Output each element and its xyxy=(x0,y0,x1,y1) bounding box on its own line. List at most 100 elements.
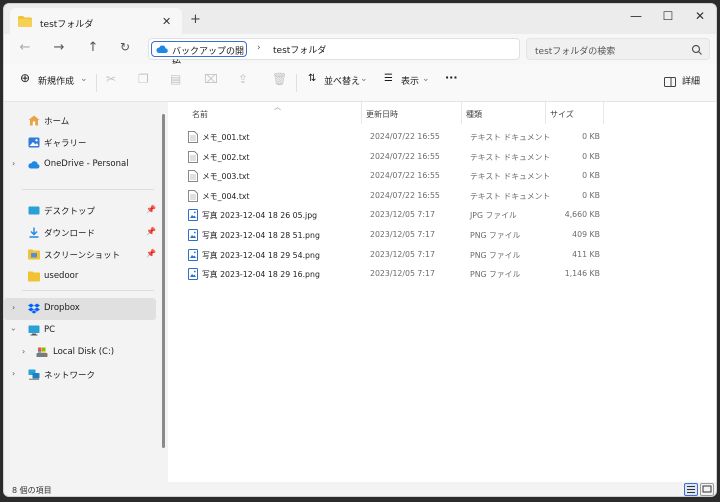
more-options-button[interactable]: ··· xyxy=(445,71,458,84)
status-bar: 8 個の項目 xyxy=(4,482,716,496)
sidebar-scrollbar[interactable] xyxy=(162,114,165,448)
chevron-down-icon: ⌄ xyxy=(80,74,88,84)
sidebar-item-gallery[interactable]: ギャラリー xyxy=(4,132,156,154)
file-row[interactable]: 写真 2023-12-04 18 26 05.jpg 2023/12/05 7:1… xyxy=(186,205,606,225)
back-button[interactable]: ← xyxy=(16,40,34,55)
text-file-icon xyxy=(188,131,198,143)
column-header-date[interactable]: 更新日時 xyxy=(362,102,462,124)
file-size: 0 KB xyxy=(582,132,600,141)
sort-button[interactable]: 並べ替え xyxy=(324,74,360,87)
sidebar-item-network[interactable]: › ネットワーク xyxy=(4,364,156,386)
pc-icon xyxy=(28,325,40,336)
maximize-button[interactable]: ☐ xyxy=(658,9,678,23)
file-date: 2023/12/05 7:17 xyxy=(370,269,435,279)
sidebar-item-screenshots[interactable]: スクリーンショット 📌 xyxy=(4,244,156,266)
chevron-right-icon[interactable]: › xyxy=(12,159,15,168)
refresh-button[interactable]: ↻ xyxy=(116,40,134,54)
details-pane-icon xyxy=(664,77,676,87)
file-explorer-window: testフォルダ ✕ + — ☐ ✕ ← → ↑ ↻ バックアップの開始 › t… xyxy=(3,3,717,497)
pin-icon[interactable]: 📌 xyxy=(146,205,156,214)
sidebar-item-label: スクリーンショット xyxy=(44,251,121,261)
sidebar-item-desktop[interactable]: デスクトップ 📌 xyxy=(4,200,156,222)
minimize-button[interactable]: — xyxy=(626,9,646,23)
column-header-label: 名前 xyxy=(192,110,208,119)
tab-testfolder[interactable]: testフォルダ ✕ xyxy=(10,8,182,36)
file-row[interactable]: 写真 2023-12-04 18 28 51.png 2023/12/05 7:1… xyxy=(186,225,606,245)
file-size: 0 KB xyxy=(582,171,600,181)
sidebar-item-label: ギャラリー xyxy=(44,139,87,149)
file-date: 2023/12/05 7:17 xyxy=(370,210,435,220)
file-type: PNG ファイル xyxy=(470,270,521,280)
folder-icon xyxy=(18,16,32,27)
new-plus-icon: ⊕ xyxy=(20,71,31,85)
share-icon[interactable]: ⇪ xyxy=(238,72,248,86)
item-count: 8 個の項目 xyxy=(12,486,52,495)
up-button[interactable]: ↑ xyxy=(84,40,102,55)
file-date: 2024/07/22 16:55 xyxy=(370,132,440,141)
close-window-button[interactable]: ✕ xyxy=(690,9,710,23)
close-tab-icon[interactable]: ✕ xyxy=(162,15,171,28)
details-view-button[interactable] xyxy=(684,483,698,496)
breadcrumb-item-backup[interactable]: バックアップの開始 xyxy=(151,41,247,70)
file-row[interactable]: メモ_002.txt 2024/07/22 16:55 テキスト ドキュメント 0 K… xyxy=(186,147,606,167)
file-name: メモ_002.txt xyxy=(202,152,250,162)
view-button[interactable]: 表示 xyxy=(401,74,419,87)
chevron-down-icon: ⌄ xyxy=(422,74,430,84)
file-row[interactable]: メモ_001.txt 2024/07/22 16:55 テキスト ドキュメント 0 K… xyxy=(186,127,606,147)
column-header-type[interactable]: 種類 xyxy=(462,102,546,124)
command-bar: ⊕ 新規作成 ⌄ ✂ ❐ ▤ ⌧ ⇪ 🗑 ⇅ 並べ替え ⌄ ☰ 表示 ⌄ ···… xyxy=(4,64,716,102)
forward-button[interactable]: → xyxy=(50,40,68,55)
chevron-right-icon[interactable]: › xyxy=(22,347,25,356)
delete-icon[interactable]: 🗑 xyxy=(272,72,287,86)
pin-icon[interactable]: 📌 xyxy=(146,227,156,236)
sidebar-item-dropbox[interactable]: › Dropbox xyxy=(4,298,156,320)
chevron-right-icon[interactable]: › xyxy=(12,303,15,312)
column-header-size[interactable]: サイズ xyxy=(546,102,604,124)
search-input[interactable]: testフォルダの検索 xyxy=(526,38,710,60)
paste-icon[interactable]: ▤ xyxy=(170,72,181,86)
rename-icon[interactable]: ⌧ xyxy=(204,72,218,86)
cloud-icon xyxy=(28,161,40,169)
backup-cloud-icon xyxy=(156,45,168,53)
sidebar-item-onedrive[interactable]: › OneDrive - Personal xyxy=(4,154,156,176)
file-row[interactable]: メモ_004.txt 2024/07/22 16:55 テキスト ドキュメント 0 K… xyxy=(186,186,606,206)
pin-icon[interactable]: 📌 xyxy=(146,249,156,258)
breadcrumb[interactable]: バックアップの開始 › testフォルダ xyxy=(148,38,520,70)
sidebar-item-downloads[interactable]: ダウンロード 📌 xyxy=(4,222,156,244)
large-icons-view-button[interactable] xyxy=(700,483,714,496)
tab-title: testフォルダ xyxy=(40,20,94,30)
file-name: メモ_003.txt xyxy=(202,172,250,182)
chevron-down-icon[interactable]: › xyxy=(9,328,18,331)
screenshot-folder-icon xyxy=(28,249,40,260)
sidebar-item-home[interactable]: ホーム xyxy=(4,110,156,132)
gallery-icon xyxy=(28,137,40,148)
file-size: 411 KB xyxy=(572,249,600,259)
new-button[interactable]: 新規作成 xyxy=(38,74,74,87)
network-icon xyxy=(28,369,40,380)
sidebar-item-pc[interactable]: › PC xyxy=(4,320,156,342)
file-row[interactable]: 写真 2023-12-04 18 29 16.png 2023/12/05 7:1… xyxy=(186,264,606,284)
new-tab-button[interactable]: + xyxy=(190,12,201,27)
file-type: テキスト ドキュメント xyxy=(470,133,551,142)
text-file-icon xyxy=(188,150,198,163)
cut-icon[interactable]: ✂ xyxy=(106,72,116,86)
toolbar-divider xyxy=(96,74,97,92)
navigation-pane: ホーム ギャラリー › OneDrive - Personal デスクトップ 📌 xyxy=(4,102,162,482)
sidebar-item-usedoor[interactable]: usedoor xyxy=(4,266,156,288)
column-header-name[interactable]: 名前 xyxy=(188,102,362,124)
image-file-icon xyxy=(188,248,198,261)
breadcrumb-item-testfolder[interactable]: testフォルダ xyxy=(273,43,326,56)
image-file-icon xyxy=(188,229,198,241)
details-button[interactable]: 詳細 xyxy=(682,74,700,87)
sidebar-item-label: デスクトップ xyxy=(44,207,96,217)
folder-icon xyxy=(28,271,40,282)
copy-icon[interactable]: ❐ xyxy=(138,72,149,86)
file-row[interactable]: メモ_003.txt 2024/07/22 16:55 テキスト ドキュメント 0 K… xyxy=(186,166,606,186)
file-name: 写真 2023-12-04 18 26 05.jpg xyxy=(202,211,318,221)
column-header-label: 種類 xyxy=(466,110,482,119)
sidebar-item-local-disk[interactable]: › Local Disk (C:) xyxy=(4,342,156,364)
address-bar: ← → ↑ ↻ バックアップの開始 › testフォルダ testフォルダの検索 xyxy=(4,34,716,70)
file-type: テキスト ドキュメント xyxy=(470,191,551,201)
file-row[interactable]: 写真 2023-12-04 18 29 54.png 2023/12/05 7:1… xyxy=(186,245,606,265)
chevron-right-icon[interactable]: › xyxy=(12,369,15,378)
